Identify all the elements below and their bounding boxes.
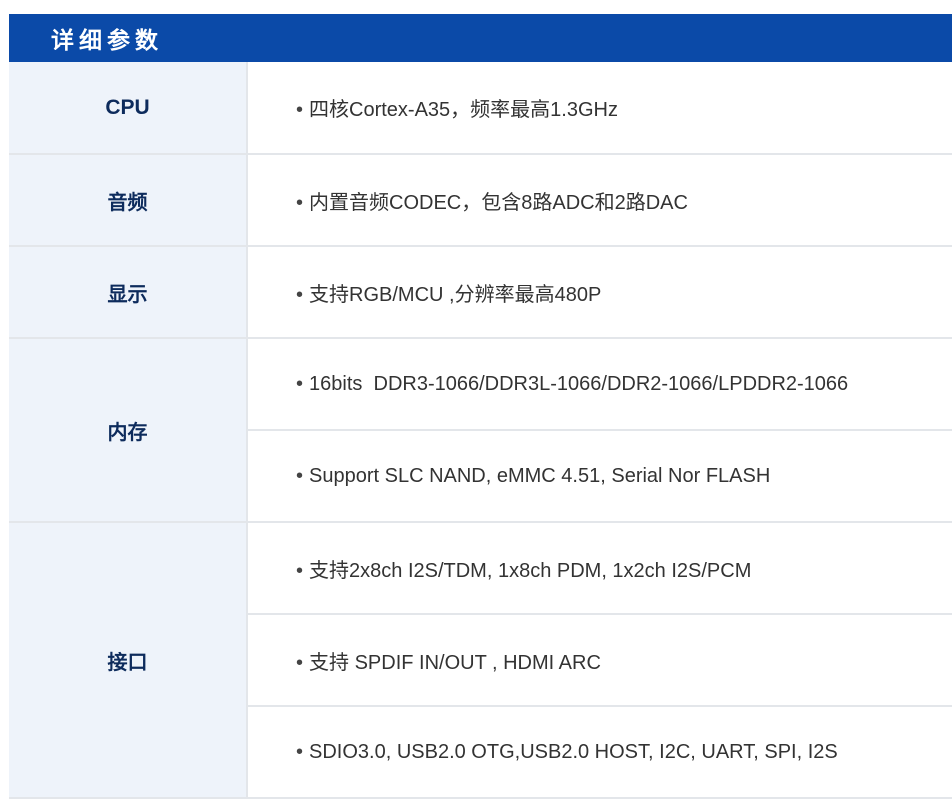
spec-header: 详细参数 bbox=[9, 14, 952, 62]
bullet-icon: • bbox=[296, 283, 304, 306]
bullet-icon: • bbox=[296, 372, 304, 395]
table-row: 接口 • 支持2x8ch I2S/TDM, 1x8ch PDM, 1x2ch I2… bbox=[9, 521, 952, 799]
bullet-icon: • bbox=[296, 99, 304, 121]
page-title: 详细参数 bbox=[51, 28, 163, 54]
spec-value-text: 支持 SPDIF IN/OUT , HDMI ARC bbox=[309, 651, 601, 674]
spec-value-text: SDIO3.0, USB2.0 OTG,USB2.0 HOST, I2C, UA… bbox=[309, 740, 838, 763]
spec-value: • Support SLC NAND, eMMC 4.51, Serial Nor… bbox=[246, 429, 952, 523]
spec-value-text: 内置音频CODEC，包含8路ADC和2路DAC bbox=[309, 191, 688, 214]
bullet-icon: • bbox=[296, 464, 304, 487]
table-row: 内存 • 16bits DDR3-1066/DDR3L-1066/DDR2-106… bbox=[9, 337, 952, 523]
table-row: CPU • 四核Cortex-A35，频率最高1.3GHz bbox=[9, 62, 952, 155]
spec-value: • 四核Cortex-A35，频率最高1.3GHz bbox=[246, 62, 952, 155]
spec-label-audio: 音频 bbox=[9, 153, 248, 247]
spec-value: • 内置音频CODEC，包含8路ADC和2路DAC bbox=[246, 153, 952, 247]
bullet-icon: • bbox=[296, 740, 304, 763]
spec-value: • 支持RGB/MCU ,分辨率最高480P bbox=[246, 245, 952, 339]
spec-label-text: 音频 bbox=[107, 189, 148, 214]
spec-value: • 支持 SPDIF IN/OUT , HDMI ARC bbox=[246, 613, 952, 707]
spec-value: • 支持2x8ch I2S/TDM, 1x8ch PDM, 1x2ch I2S/P… bbox=[246, 521, 952, 615]
bullet-icon: • bbox=[296, 191, 304, 214]
spec-table: CPU • 四核Cortex-A35，频率最高1.3GHz 音频 • 内置音频COD… bbox=[9, 62, 952, 799]
spec-label-memory: 内存 bbox=[9, 337, 248, 523]
spec-value: • SDIO3.0, USB2.0 OTG,USB2.0 HOST, I2C, U… bbox=[246, 705, 952, 799]
bullet-icon: • bbox=[296, 559, 304, 582]
spec-label-display: 显示 bbox=[9, 245, 248, 339]
spec-value-text: Support SLC NAND, eMMC 4.51, Serial Nor … bbox=[309, 464, 771, 487]
spec-label-text: CPU bbox=[105, 95, 150, 119]
spec-value-text: 支持2x8ch I2S/TDM, 1x8ch PDM, 1x2ch I2S/PC… bbox=[309, 559, 752, 582]
bullet-icon: • bbox=[296, 651, 304, 674]
table-row: 音频 • 内置音频CODEC，包含8路ADC和2路DAC bbox=[9, 153, 952, 247]
table-row: 显示 • 支持RGB/MCU ,分辨率最高480P bbox=[9, 245, 952, 339]
spec-label-text: 显示 bbox=[107, 281, 148, 306]
spec-label-cpu: CPU bbox=[9, 62, 248, 155]
spec-label-text: 内存 bbox=[107, 419, 148, 444]
spec-value-text: 支持RGB/MCU ,分辨率最高480P bbox=[309, 283, 602, 306]
spec-value-text: 16bits DDR3-1066/DDR3L-1066/DDR2-1066/LP… bbox=[309, 372, 849, 395]
spec-label-interface: 接口 bbox=[9, 521, 248, 799]
spec-label-text: 接口 bbox=[107, 649, 148, 674]
spec-value-text: 四核Cortex-A35，频率最高1.3GHz bbox=[309, 99, 618, 121]
spec-value: • 16bits DDR3-1066/DDR3L-1066/DDR2-1066/L… bbox=[246, 337, 952, 431]
spec-page: 详细参数 CPU • 四核Cortex-A35，频率最高1.3GHz 音频 • 内置… bbox=[0, 0, 952, 800]
